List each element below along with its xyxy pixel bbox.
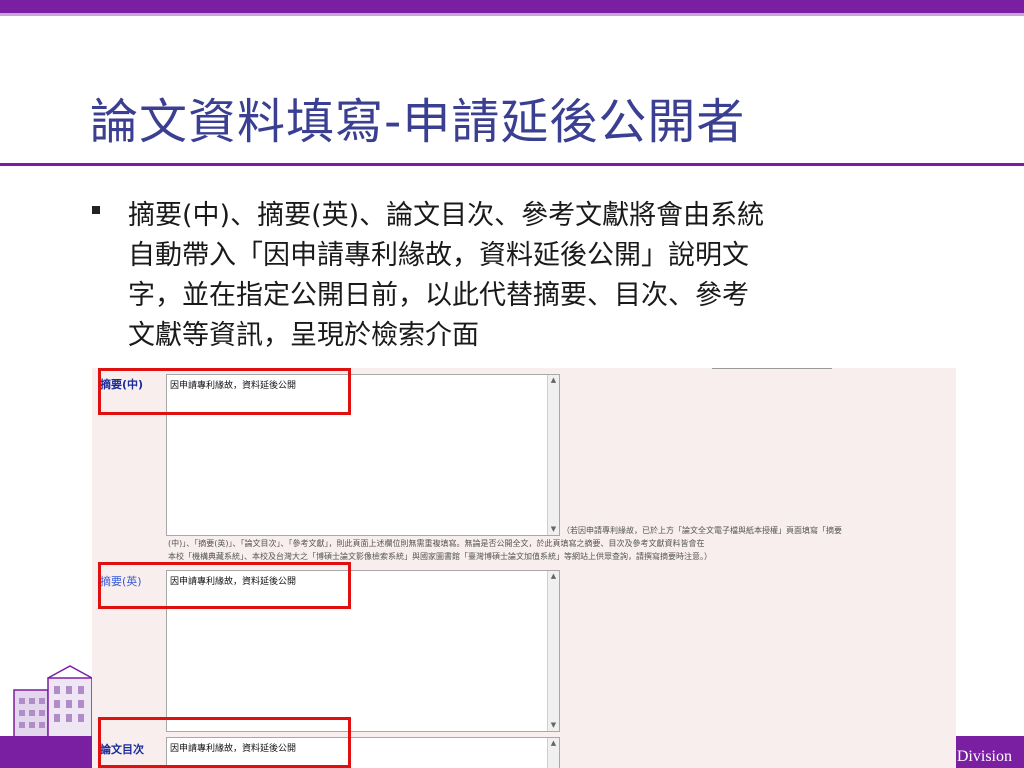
abstract-en-scrollbar[interactable]: ▲ ▼ — [547, 571, 559, 731]
slide-body: 摘要(中)、摘要(英)、論文目次、參考文獻將會由系統 自動帶入「因申請專利緣故，… — [128, 196, 928, 356]
top-accent-shade — [0, 13, 1024, 16]
body-line: 文獻等資訊，呈現於檢索介面 — [128, 320, 479, 351]
panel-tab-edge — [712, 368, 832, 369]
highlight-box-abstract-en — [98, 562, 351, 609]
footer-division-text: Division — [956, 748, 1012, 765]
body-line: 自動帶入「因申請專利緣故，資料延後公開」說明文 — [128, 240, 749, 271]
field-note-line: 本校「機構典藏系統」、本校及台灣大之「博碩士論文影像檢索系統」與國家圖書館「臺灣… — [168, 552, 712, 561]
scroll-down-arrow-icon[interactable]: ▼ — [549, 525, 558, 534]
scroll-down-arrow-icon[interactable]: ▼ — [549, 721, 558, 730]
form-screenshot-panel: 摘要(中) 因申請專利緣故，資料延後公開 ▲ ▼ （若因申請專利緣故，已於上方「… — [92, 368, 956, 768]
body-line: 摘要(中)、摘要(英)、論文目次、參考文獻將會由系統 — [128, 200, 765, 231]
highlight-box-toc — [98, 717, 351, 768]
scroll-up-arrow-icon[interactable]: ▲ — [549, 376, 558, 385]
abstract-zh-scrollbar[interactable]: ▲ ▼ — [547, 375, 559, 535]
scroll-up-arrow-icon[interactable]: ▲ — [549, 572, 558, 581]
field-note-line: (中)」、「摘要(英)」、「論文目次」、「參考文獻」，則此頁面上述欄位則無需重複… — [168, 539, 705, 548]
toc-scrollbar[interactable]: ▲ — [547, 738, 559, 768]
top-accent-bar — [0, 0, 1024, 13]
body-line: 字，並在指定公開日前，以此代替摘要、目次、參考 — [128, 280, 749, 311]
highlight-box-abstract-zh — [98, 368, 351, 415]
scroll-up-arrow-icon[interactable]: ▲ — [549, 739, 558, 748]
title-divider — [0, 163, 1024, 166]
bullet-square-icon — [92, 206, 100, 214]
slide-title: 論文資料填寫-申請延後公開者 — [90, 94, 746, 150]
field-note-line: （若因申請專利緣故，已於上方「論文全文電子檔與紙本授權」頁面填寫「摘要 — [562, 526, 842, 535]
